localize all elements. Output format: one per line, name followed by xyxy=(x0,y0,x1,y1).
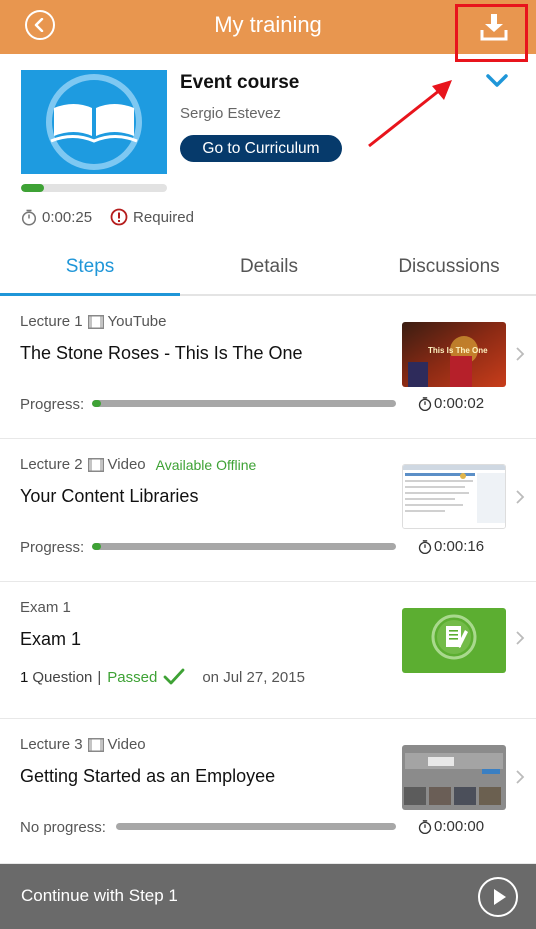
available-offline-badge: Available Offline xyxy=(155,456,257,473)
step-title: The Stone Roses - This Is The One xyxy=(20,343,303,363)
step-row-lecture-3[interactable]: Lecture 3 Video Getting Started as an Em… xyxy=(0,719,536,864)
chevron-down-icon[interactable] xyxy=(486,74,508,88)
separator: | xyxy=(97,668,102,686)
chevron-right-icon xyxy=(516,347,525,361)
stopwatch-icon xyxy=(418,396,432,412)
step-row-lecture-2[interactable]: Lecture 2 Video Available Offline Your C… xyxy=(0,439,536,582)
exclamation-circle-icon xyxy=(110,208,128,226)
step-progress-fill xyxy=(92,543,102,550)
video-thumbnail xyxy=(402,464,506,529)
step-title: Getting Started as an Employee xyxy=(20,766,276,786)
step-row-exam-1[interactable]: Exam 1 Exam 1 1 Question | Passed on Jul… xyxy=(0,582,536,719)
checkmark-icon xyxy=(163,668,185,686)
step-progress-bar xyxy=(92,543,396,550)
passed-status: Passed xyxy=(107,668,158,686)
step-type-row: Lecture 3 Video xyxy=(20,736,146,753)
film-icon xyxy=(87,737,104,752)
duration-value: 0:00:00 xyxy=(434,818,485,835)
video-thumbnail xyxy=(402,745,506,810)
course-progress-fill xyxy=(21,184,45,192)
step-row-lecture-1[interactable]: Lecture 1 YouTube The Stone Roses - This… xyxy=(0,296,536,439)
step-type: Lecture 3 xyxy=(20,736,83,753)
stopwatch-icon xyxy=(21,209,37,226)
chevron-right-icon xyxy=(516,770,525,784)
go-to-curriculum-button[interactable]: Go to Curriculum xyxy=(180,135,342,162)
step-media: Video xyxy=(107,456,146,473)
continue-bar[interactable]: Continue with Step 1 xyxy=(0,864,536,929)
step-progress-bar xyxy=(92,400,396,407)
tab-steps[interactable]: Steps xyxy=(0,256,180,278)
chevron-right-icon xyxy=(516,490,525,504)
step-duration: 0:00:02 xyxy=(418,395,484,412)
step-duration: 0:00:16 xyxy=(418,538,484,555)
step-type: Exam 1 xyxy=(20,599,71,616)
tab-bar: Steps Details Discussions xyxy=(0,250,536,296)
step-title: Your Content Libraries xyxy=(20,486,199,506)
time-spent: 0:00:25 xyxy=(42,208,93,226)
course-progress-bar xyxy=(21,184,167,192)
progress-label: Progress: xyxy=(20,396,85,413)
step-title: Exam 1 xyxy=(20,629,82,649)
download-icon[interactable] xyxy=(480,12,508,42)
exam-icon xyxy=(431,614,477,660)
step-progress-fill xyxy=(92,400,102,407)
film-icon xyxy=(87,314,104,329)
progress-label: Progress: xyxy=(20,539,85,556)
duration-value: 0:00:02 xyxy=(434,395,485,412)
video-thumbnail: This Is The One xyxy=(402,322,506,387)
chevron-right-icon xyxy=(516,631,525,645)
progress-label: No progress: xyxy=(20,819,106,836)
step-progress-bar xyxy=(116,823,396,830)
stopwatch-icon xyxy=(418,819,432,835)
thumb-caption: This Is The One xyxy=(428,346,488,355)
continue-label: Continue with Step 1 xyxy=(21,886,178,905)
duration-value: 0:00:16 xyxy=(434,538,485,555)
question-count: 1 xyxy=(20,668,29,686)
step-type: Lecture 1 xyxy=(20,313,83,330)
annotation-arrow xyxy=(368,80,452,148)
exam-result: 1 Question | Passed on Jul 27, 2015 xyxy=(20,668,305,686)
tab-details[interactable]: Details xyxy=(179,256,359,278)
download-button-highlight[interactable] xyxy=(455,4,528,62)
stopwatch-icon xyxy=(418,539,432,555)
course-meta: 0:00:25 Required xyxy=(21,206,194,228)
play-button[interactable] xyxy=(478,877,518,917)
question-label: Question xyxy=(32,668,93,686)
course-author: Sergio Estevez xyxy=(180,105,281,122)
step-media: Video xyxy=(107,736,146,753)
step-type: Lecture 2 xyxy=(20,456,83,473)
film-icon xyxy=(87,457,104,472)
step-media: YouTube xyxy=(107,313,167,330)
step-duration: 0:00:00 xyxy=(418,818,484,835)
tab-discussions[interactable]: Discussions xyxy=(359,256,536,278)
exam-thumbnail xyxy=(402,608,506,673)
play-icon xyxy=(494,889,506,905)
step-type-row: Lecture 2 Video Available Offline xyxy=(20,456,256,473)
course-title: Event course xyxy=(180,72,300,93)
course-thumbnail xyxy=(21,70,167,174)
required-label: Required xyxy=(133,208,194,226)
step-type-row: Lecture 1 YouTube xyxy=(20,313,167,330)
book-icon xyxy=(46,74,142,170)
passed-date: on Jul 27, 2015 xyxy=(202,668,305,686)
